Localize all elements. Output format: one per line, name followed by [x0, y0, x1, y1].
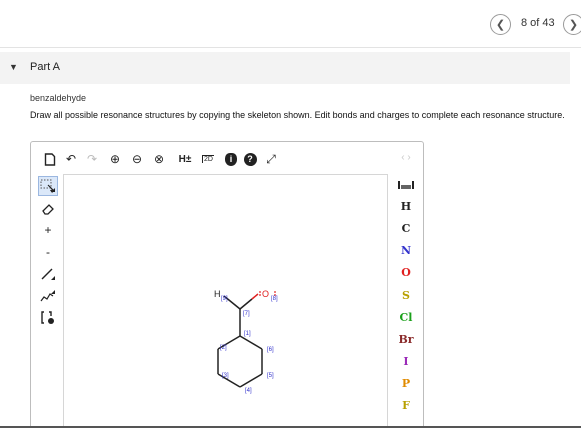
- redo-button[interactable]: ↷: [85, 152, 99, 166]
- part-title: Part A: [30, 61, 60, 73]
- help-icon: ?: [243, 152, 257, 166]
- panel-scroll-arrows[interactable]: ‹ ›: [388, 152, 424, 163]
- next-button[interactable]: ❯: [563, 14, 581, 35]
- undo-button[interactable]: ↶: [64, 152, 78, 166]
- element-h-button[interactable]: H: [388, 200, 424, 213]
- atom-map-9: [9]: [221, 296, 228, 302]
- element-s-button[interactable]: S: [388, 289, 424, 302]
- periodic-table-icon: [398, 181, 414, 189]
- editor-toolbar: ↶ ↷ ⊕ ⊖ ⊗ H± 2D i ? ⤢ ‹ ›: [31, 142, 423, 174]
- question-instructions: Draw all possible resonance structures b…: [30, 110, 565, 120]
- new-document-button[interactable]: [43, 152, 57, 166]
- info-button[interactable]: i: [224, 152, 238, 166]
- zoom-reset-button[interactable]: ⊗: [152, 152, 166, 166]
- zoom-out-button[interactable]: ⊖: [130, 152, 144, 166]
- element-p-button[interactable]: P: [388, 377, 424, 390]
- chevron-right-icon: ❯: [568, 19, 579, 31]
- left-toolbar: + -: [31, 174, 63, 428]
- element-i-button[interactable]: I: [388, 355, 424, 368]
- hydrogen-atom-label[interactable]: H: [214, 289, 221, 299]
- lone-pair-dot: [274, 291, 276, 293]
- question-subject: benzaldehyde: [30, 93, 87, 103]
- lasso-select-icon: [40, 179, 55, 193]
- positive-charge-tool[interactable]: +: [38, 220, 58, 240]
- zoom-in-icon: ⊕: [109, 152, 121, 166]
- element-o-button[interactable]: O: [388, 266, 424, 279]
- lone-pair-dot: [259, 291, 261, 293]
- help-button[interactable]: ?: [243, 152, 257, 166]
- single-bond-tool[interactable]: [38, 264, 58, 284]
- atom-map-4: [4]: [245, 388, 252, 394]
- collapse-caret-icon[interactable]: ▼: [9, 62, 18, 72]
- fullscreen-icon: ⤢: [266, 151, 276, 166]
- oxygen-atom-label[interactable]: O: [262, 289, 269, 299]
- element-c-button[interactable]: C: [388, 222, 424, 235]
- undo-icon: ↶: [65, 152, 77, 166]
- single-bond-icon: [41, 268, 55, 280]
- benzaldehyde-skeleton: H O [1] [2] [3] [4] [5] [6] [7] [8] [9]: [214, 289, 278, 394]
- atom-map-1: [1]: [244, 331, 251, 337]
- negative-charge-tool[interactable]: -: [38, 242, 58, 262]
- previous-button[interactable]: ❮: [490, 14, 511, 35]
- top-bar: ❮ 8 of 43 ❯: [0, 0, 581, 48]
- atom-map-6: [6]: [267, 347, 274, 353]
- part-header[interactable]: ▼ Part A: [0, 52, 570, 84]
- info-icon: i: [225, 152, 237, 166]
- atom-map-8: [8]: [271, 296, 278, 302]
- periodic-table-button[interactable]: [388, 180, 424, 193]
- bracket-icon: [41, 311, 54, 324]
- zoom-out-icon: ⊖: [131, 152, 143, 166]
- fullscreen-button[interactable]: ⤢: [264, 152, 278, 166]
- atom-map-7: [7]: [243, 311, 250, 317]
- atom-map-5: [5]: [267, 373, 274, 379]
- pager-text: 8 of 43: [521, 17, 555, 29]
- element-panel: H C N O S Cl Br I P F: [388, 174, 424, 428]
- bracket-tool[interactable]: [38, 308, 58, 328]
- chain-icon: [40, 290, 55, 302]
- clean-2d-icon: 2D: [202, 155, 214, 163]
- hydrogen-toggle-button[interactable]: H±: [176, 152, 194, 166]
- eraser-tool[interactable]: [38, 199, 58, 219]
- element-n-button[interactable]: N: [388, 244, 424, 257]
- molecule-editor: ↶ ↷ ⊕ ⊖ ⊗ H± 2D i ? ⤢ ‹ › + - H O [1] [2…: [30, 141, 424, 428]
- element-cl-button[interactable]: Cl: [388, 311, 424, 324]
- lone-pair-dot: [259, 294, 261, 296]
- atom-map-3: [3]: [222, 373, 229, 379]
- atom-map-2: [2]: [220, 345, 227, 351]
- zoom-reset-icon: ⊗: [153, 152, 165, 166]
- clean-2d-button[interactable]: 2D: [200, 152, 216, 166]
- select-tool[interactable]: [38, 176, 58, 196]
- element-br-button[interactable]: Br: [388, 333, 424, 346]
- chevron-left-icon: ❮: [495, 19, 506, 31]
- chain-tool[interactable]: [38, 286, 58, 306]
- drawing-canvas[interactable]: H O [1] [2] [3] [4] [5] [6] [7] [8] [9]: [63, 174, 388, 428]
- zoom-in-button[interactable]: ⊕: [108, 152, 122, 166]
- eraser-icon: [42, 204, 54, 215]
- element-f-button[interactable]: F: [388, 399, 424, 412]
- redo-icon: ↷: [86, 152, 98, 166]
- new-document-icon: [44, 152, 56, 166]
